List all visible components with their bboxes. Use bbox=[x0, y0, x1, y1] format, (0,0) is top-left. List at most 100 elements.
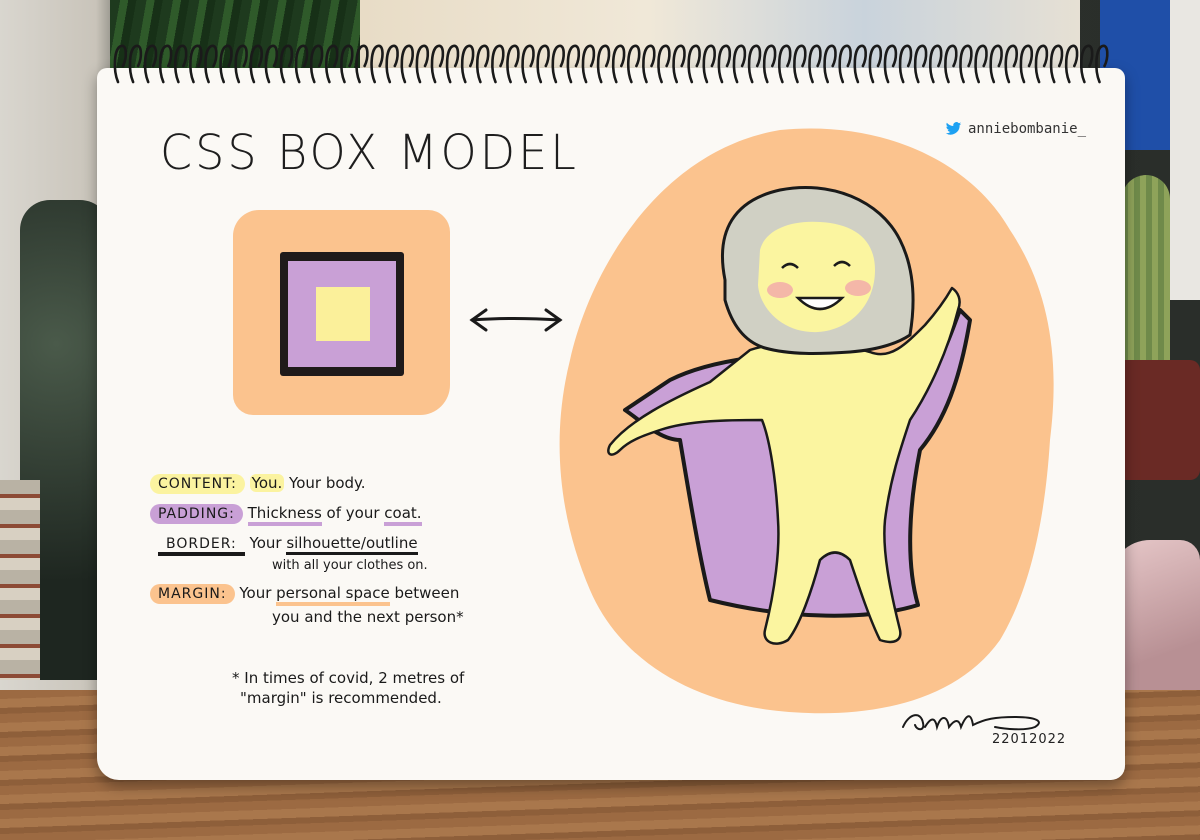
border-pre: Your bbox=[249, 534, 287, 552]
spiral-ring bbox=[249, 44, 263, 84]
spiral-ring bbox=[355, 44, 369, 84]
margin-underline: personal space bbox=[276, 584, 390, 606]
spiral-ring bbox=[808, 44, 822, 84]
spiral-ring bbox=[385, 44, 399, 84]
spiral-ring bbox=[596, 44, 611, 84]
spiral-ring bbox=[506, 44, 520, 84]
spiral-ring bbox=[189, 44, 203, 84]
spiral-ring bbox=[566, 44, 581, 84]
spiral-ring bbox=[793, 44, 807, 84]
spiral-ring bbox=[113, 44, 128, 84]
legend-border-row: BORDER: Your silhouette/outline bbox=[158, 534, 418, 556]
spiral-ring bbox=[234, 44, 248, 84]
spiral-ring bbox=[430, 44, 445, 84]
padding-underline-1: Thickness bbox=[247, 504, 322, 526]
padding-underline-2: coat. bbox=[384, 504, 422, 526]
spiral-ring bbox=[1004, 44, 1018, 84]
border-underline: silhouette/outline bbox=[286, 534, 418, 555]
footnote-line-2: "margin" is recommended. bbox=[240, 689, 442, 707]
spiral-ring bbox=[143, 44, 158, 84]
margin-post: between bbox=[389, 584, 460, 602]
spiral-ring bbox=[476, 44, 490, 84]
border-line2: with all your clothes on. bbox=[272, 558, 428, 573]
border-tag: BORDER: bbox=[158, 534, 245, 556]
content-tag: CONTENT: bbox=[150, 474, 245, 494]
spiral-ring bbox=[913, 44, 928, 84]
content-highlight: You. bbox=[249, 474, 285, 492]
legend-margin-row: MARGIN: Your personal space between bbox=[150, 584, 460, 606]
signature-icon bbox=[902, 714, 1040, 731]
spiral-ring bbox=[1049, 44, 1064, 84]
spiral-ring bbox=[460, 44, 475, 84]
padding-tag: PADDING: bbox=[150, 504, 243, 524]
books-stack bbox=[0, 480, 40, 680]
right-wall bbox=[1170, 0, 1200, 300]
spiral-ring bbox=[536, 44, 550, 84]
spiral-ring bbox=[672, 44, 686, 84]
spiral-ring bbox=[747, 44, 762, 84]
spiral-ring bbox=[370, 44, 384, 84]
spiral-ring bbox=[627, 44, 641, 84]
spiral-ring bbox=[944, 44, 958, 84]
content-text: Your body. bbox=[284, 474, 366, 492]
spiral-ring bbox=[883, 44, 898, 84]
spiral-ring bbox=[974, 44, 988, 84]
sketch-date: 22012022 bbox=[992, 732, 1067, 747]
right-cheek bbox=[845, 280, 871, 296]
spiral-ring bbox=[657, 44, 671, 84]
spiral-ring bbox=[717, 44, 732, 84]
spiral-ring bbox=[778, 44, 792, 84]
spiral-ring bbox=[445, 44, 460, 84]
spiral-ring bbox=[1095, 44, 1109, 84]
spiral-ring bbox=[687, 44, 701, 84]
footnote-line-1: * In times of covid, 2 metres of bbox=[232, 669, 465, 687]
spiral-ring bbox=[762, 44, 777, 84]
spiral-ring bbox=[219, 44, 233, 84]
spiral-ring bbox=[838, 44, 852, 84]
spiral-ring bbox=[898, 44, 913, 84]
spiral-ring bbox=[174, 44, 188, 84]
left-cheek bbox=[767, 282, 793, 298]
spiral-ring bbox=[521, 44, 535, 84]
covid-footnote: * In times of covid, 2 metres of "margin… bbox=[232, 668, 464, 708]
spiral-ring bbox=[325, 44, 339, 84]
margin-pre: Your bbox=[239, 584, 277, 602]
margin-tag: MARGIN: bbox=[150, 584, 235, 604]
spiral-ring bbox=[1080, 44, 1094, 84]
spiral-ring bbox=[309, 44, 324, 84]
spiral-binding bbox=[112, 40, 1112, 88]
spiral-ring bbox=[1034, 44, 1049, 84]
spiral-ring bbox=[581, 44, 596, 84]
legend-padding-row: PADDING: Thickness of your coat. bbox=[150, 504, 422, 526]
padding-mid: of your bbox=[321, 504, 385, 522]
spiral-ring bbox=[204, 44, 218, 84]
spiral-ring bbox=[853, 44, 867, 84]
box-content-layer bbox=[316, 287, 370, 341]
spiral-ring bbox=[989, 44, 1003, 84]
spiral-ring bbox=[959, 44, 973, 84]
spiral-ring bbox=[400, 44, 414, 84]
spiral-ring bbox=[279, 44, 294, 84]
cactus-pot bbox=[1115, 360, 1200, 480]
spiral-ring bbox=[551, 44, 565, 84]
spiral-ring bbox=[294, 44, 309, 84]
spiral-ring bbox=[868, 44, 883, 84]
spiral-ring bbox=[702, 44, 716, 84]
spiral-ring bbox=[732, 44, 747, 84]
legend-content-row: CONTENT: You. Your body. bbox=[150, 474, 366, 494]
spiral-ring bbox=[158, 44, 173, 84]
spiral-ring bbox=[1019, 44, 1034, 84]
spiral-ring bbox=[1064, 44, 1079, 84]
margin-line2: you and the next person* bbox=[272, 608, 464, 626]
person-illustration bbox=[559, 128, 1054, 714]
spiral-ring bbox=[929, 44, 943, 84]
spiral-ring bbox=[642, 44, 656, 84]
cactus bbox=[1122, 175, 1170, 375]
spiral-ring bbox=[264, 44, 279, 84]
spiral-ring bbox=[611, 44, 626, 84]
spiral-ring bbox=[823, 44, 837, 84]
spiral-ring bbox=[340, 44, 354, 84]
spiral-ring bbox=[128, 44, 143, 84]
page-title: CSS BOX MODEL bbox=[160, 123, 579, 181]
spiral-ring bbox=[491, 44, 505, 84]
